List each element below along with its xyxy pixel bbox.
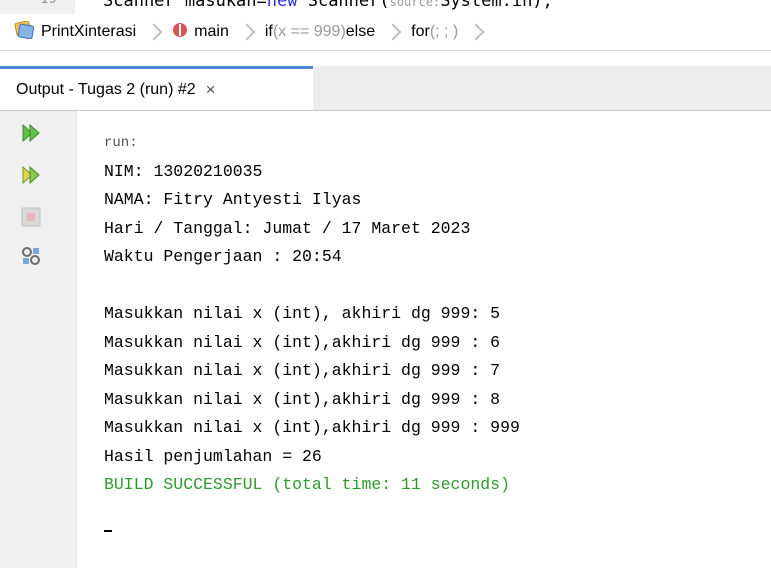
console-input-2: Masukkan nilai x (int),akhiri dg 999 : 6 — [104, 332, 501, 352]
editor-gutter — [0, 0, 75, 14]
code-text: Scanner masukan=new Scanner(source:Syste… — [103, 0, 553, 11]
console-nim: NIM: 13020210035 — [104, 161, 263, 181]
breadcrumb-if-condition: (x == 999) — [272, 23, 346, 40]
code-middle: Scanner( — [297, 0, 390, 11]
breadcrumb-if-label: if — [264, 23, 273, 40]
rerun-icon[interactable] — [21, 123, 41, 143]
close-icon[interactable]: × — [206, 80, 216, 100]
breadcrumb-method-label: main — [194, 23, 229, 40]
class-icon — [13, 20, 35, 44]
settings-icon[interactable] — [21, 246, 41, 266]
console-input-1: Masukkan nilai x (int), akhiri dg 999: 5 — [104, 304, 501, 323]
console-waktu: Waktu Pengerjaan : 20:54 — [104, 247, 342, 266]
rerun-with-options-icon[interactable] — [21, 165, 41, 185]
method-icon — [172, 22, 188, 43]
breadcrumb-class[interactable]: PrintXinterasi — [13, 20, 137, 44]
code-prefix: Scanner masukan= — [103, 0, 267, 11]
breadcrumb-if-else[interactable]: if (x == 999) else — [265, 23, 375, 41]
output-tabbar: Output - Tugas 2 (run) #2 × — [0, 66, 771, 111]
console-input-5: Masukkan nilai x (int),akhiri dg 999 : 9… — [104, 418, 520, 437]
console-hari: Hari / Tanggal: Jumat / 17 Maret 2023 — [104, 218, 471, 238]
breadcrumb-separator-icon — [238, 23, 256, 41]
breadcrumb-separator-icon — [384, 23, 402, 41]
text-caret — [104, 530, 112, 532]
editor-code-line: 19 Scanner masukan=new Scanner(source:Sy… — [0, 0, 771, 14]
tab-output-title: Output - Tugas 2 (run) #2 — [16, 80, 196, 98]
code-suffix: System.in); — [440, 0, 553, 11]
breadcrumb-method[interactable]: main — [172, 22, 229, 43]
panel-gap — [0, 51, 771, 66]
breadcrumb-for-label: for — [411, 23, 430, 40]
breadcrumb-else-label: else — [345, 23, 376, 40]
output-console[interactable]: run: NIM: 13020210035 NAMA: Fitry Antyes… — [104, 128, 520, 500]
console-nama: NAMA: Fitry Antyesti Ilyas — [104, 190, 362, 209]
breadcrumb: PrintXinterasi main if (x == 999) else f… — [0, 14, 771, 51]
console-build-status: BUILD SUCCESSFUL (total time: 11 seconds… — [104, 475, 510, 494]
code-keyword: new — [266, 0, 298, 11]
breadcrumb-class-label: PrintXinterasi — [41, 23, 137, 40]
console-hasil: Hasil penjumlahan = 26 — [104, 446, 322, 466]
console-input-3: Masukkan nilai x (int),akhiri dg 999 : 7 — [104, 361, 501, 380]
stop-icon[interactable] — [21, 207, 41, 227]
breadcrumb-separator-icon — [467, 23, 485, 41]
parameter-hint: source: — [389, 0, 441, 9]
breadcrumb-for[interactable]: for (; ; ) — [411, 23, 458, 41]
breadcrumb-separator-icon — [145, 23, 163, 41]
line-number: 19 — [40, 0, 57, 7]
console-run: run: — [104, 135, 138, 151]
console-input-4: Masukkan nilai x (int),akhiri dg 999 : 8 — [104, 389, 501, 409]
output-toolbar — [0, 111, 77, 568]
tab-output[interactable]: Output - Tugas 2 (run) #2 × — [0, 66, 313, 110]
breadcrumb-for-condition: (; ; ) — [429, 23, 459, 40]
